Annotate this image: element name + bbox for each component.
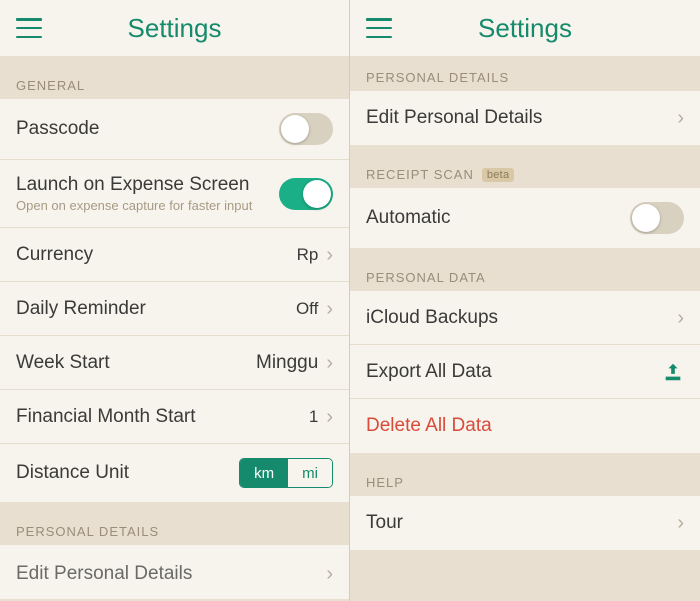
row-export[interactable]: Export All Data [350,345,700,399]
row-edit-personal[interactable]: Edit Personal Details › [0,545,349,599]
row-passcode[interactable]: Passcode [0,99,349,160]
chevron-right-icon: › [326,353,333,373]
page-title: Settings [350,13,700,44]
segment-km[interactable]: km [240,459,288,487]
row-currency[interactable]: Currency Rp › [0,228,349,282]
header: Settings [350,0,700,56]
section-header-receipt: RECEIPT SCAN beta [350,145,700,188]
sublabel-launch: Open on expense capture for faster input [16,198,279,213]
toggle-passcode[interactable] [279,113,333,145]
row-fms[interactable]: Financial Month Start 1 › [0,390,349,444]
menu-icon[interactable] [16,18,42,38]
label-automatic: Automatic [366,207,630,229]
section-header-personal: PERSONAL DETAILS [0,502,349,545]
chevron-right-icon: › [677,513,684,533]
row-tour[interactable]: Tour › [350,496,700,550]
section-header-general: GENERAL [0,56,349,99]
label-tour: Tour [366,512,677,534]
label-edit-personal: Edit Personal Details [16,563,326,585]
chevron-right-icon: › [677,108,684,128]
label-fms: Financial Month Start [16,406,309,428]
beta-badge: beta [482,168,515,182]
settings-pane-left: Settings GENERAL Passcode Launch on Expe… [0,0,350,601]
settings-pane-right: Settings PERSONAL DETAILS Edit Personal … [350,0,700,601]
row-edit-personal[interactable]: Edit Personal Details › [350,91,700,145]
value-fms: 1 [309,407,318,427]
chevron-right-icon: › [326,299,333,319]
label-edit-personal: Edit Personal Details [366,107,677,129]
row-launch[interactable]: Launch on Expense Screen Open on expense… [0,160,349,228]
segment-mi[interactable]: mi [288,459,332,487]
label-reminder: Daily Reminder [16,298,296,320]
label-export: Export All Data [366,361,662,383]
header: Settings [0,0,349,56]
menu-icon[interactable] [366,18,392,38]
label-weekstart: Week Start [16,352,256,374]
label-distance: Distance Unit [16,462,239,484]
row-icloud[interactable]: iCloud Backups › [350,291,700,345]
chevron-right-icon: › [326,407,333,427]
page-title: Settings [0,13,349,44]
label-launch: Launch on Expense Screen [16,174,279,196]
row-distance: Distance Unit km mi [0,444,349,502]
value-reminder: Off [296,299,318,319]
value-currency: Rp [297,245,319,265]
segmented-distance[interactable]: km mi [239,458,333,488]
chevron-right-icon: › [326,564,333,584]
row-automatic[interactable]: Automatic [350,188,700,248]
label-icloud: iCloud Backups [366,307,677,329]
row-delete[interactable]: Delete All Data [350,399,700,453]
section-header-help: HELP [350,453,700,496]
section-header-personal: PERSONAL DETAILS [350,56,700,91]
row-reminder[interactable]: Daily Reminder Off › [0,282,349,336]
value-weekstart: Minggu [256,352,318,374]
label-passcode: Passcode [16,118,279,140]
chevron-right-icon: › [677,308,684,328]
row-weekstart[interactable]: Week Start Minggu › [0,336,349,390]
toggle-automatic[interactable] [630,202,684,234]
export-icon [662,361,684,383]
section-header-data: PERSONAL DATA [350,248,700,291]
toggle-launch[interactable] [279,178,333,210]
label-currency: Currency [16,244,297,266]
chevron-right-icon: › [326,245,333,265]
section-header-receipt-label: RECEIPT SCAN [366,167,474,182]
label-delete: Delete All Data [366,415,684,437]
